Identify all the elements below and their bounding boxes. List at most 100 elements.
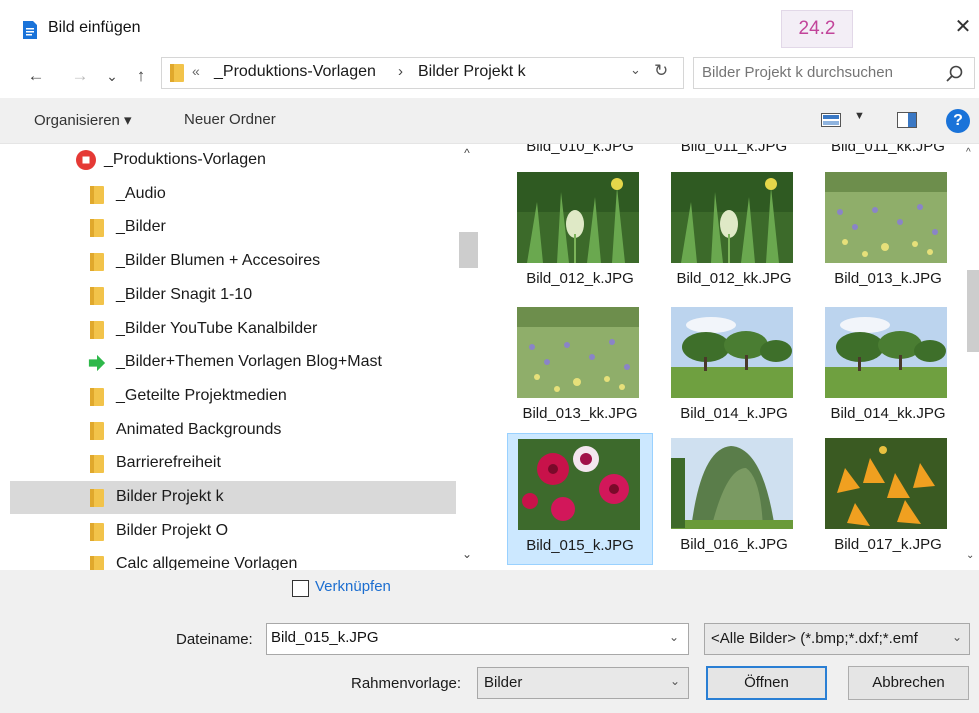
frame-style-value: Bilder (484, 674, 523, 691)
new-folder-button[interactable]: Neuer Ordner (184, 111, 276, 128)
close-button[interactable]: ✕ (950, 14, 976, 40)
photo-preview-image (671, 172, 793, 263)
tree-item-label: Barrierefreiheit (116, 454, 221, 472)
frame-style-select[interactable]: Bilder ⌄ (477, 667, 689, 699)
file-name-label[interactable]: Bild_011_kk.JPG (815, 144, 961, 155)
search-input[interactable] (702, 64, 932, 81)
tree-item[interactable]: Barrierefreiheit (10, 447, 456, 480)
photo-preview-image (825, 307, 947, 398)
folder-icon (170, 64, 184, 82)
tree-item[interactable]: Bilder Projekt k (10, 481, 456, 514)
tree-item[interactable]: _Bilder Blumen + Accesoires (10, 245, 456, 278)
organize-button[interactable]: Organisieren ▾ (34, 111, 132, 129)
file-thumbnail[interactable]: Bild_017_k.JPG (815, 433, 961, 565)
tree-item[interactable]: _Produktions-Vorlagen (10, 144, 456, 177)
back-button[interactable]: ← (24, 64, 48, 88)
tree-item[interactable]: _Bilder Snagit 1-10 (10, 279, 456, 312)
files-scroll-down-icon[interactable]: ⌄ (966, 550, 974, 561)
file-thumbnail[interactable]: Bild_012_k.JPG (507, 167, 653, 299)
tree-item[interactable]: _Bilder+Themen Vorlagen Blog+Mast (10, 346, 456, 379)
file-thumbnail[interactable]: Bild_015_k.JPG (507, 433, 653, 565)
tree-item[interactable]: _Audio (10, 178, 456, 211)
tree-scroll-up-icon[interactable]: ^ (459, 146, 475, 160)
tree-item-label: _Bilder Snagit 1-10 (116, 285, 253, 303)
folder-icon (90, 286, 104, 305)
link-checkbox-label[interactable]: Verknüpfen (315, 578, 391, 595)
red-stop-icon (76, 150, 96, 170)
view-dropdown-icon[interactable]: ▼ (854, 110, 865, 122)
open-button[interactable]: Öffnen (706, 666, 827, 700)
breadcrumb-overflow-icon[interactable]: « (192, 63, 200, 79)
folder-icon (90, 387, 104, 406)
file-name-label: Bild_014_k.JPG (680, 405, 788, 422)
breadcrumb-separator-icon[interactable]: › (398, 63, 403, 80)
files-scrollbar[interactable] (964, 144, 979, 570)
photo-preview-image (517, 172, 639, 263)
tree-scroll-down-icon[interactable]: ⌄ (459, 547, 475, 561)
filename-input[interactable] (271, 629, 651, 646)
tree-item[interactable]: _Geteilte Projektmedien (10, 380, 456, 413)
help-icon[interactable]: ? (946, 109, 970, 133)
green-arrow-icon (88, 355, 106, 372)
file-type-value: <Alle Bilder> (*.bmp;*.dxf;*.emf (711, 630, 918, 647)
file-thumbnail[interactable]: Bild_013_kk.JPG (507, 302, 653, 434)
search-icon[interactable] (944, 63, 966, 85)
file-thumbnail[interactable]: Bild_016_k.JPG (661, 433, 807, 565)
photo-preview-image (825, 438, 947, 529)
tree-scrollbar-thumb[interactable] (459, 232, 478, 268)
folder-tree: _Produktions-Vorlagen _Audio _Bilder _Bilde… (0, 144, 478, 570)
photo-preview-image (517, 307, 639, 398)
file-thumbnail[interactable]: Bild_014_k.JPG (661, 302, 807, 434)
tree-item[interactable]: _Bilder YouTube Kanalbilder (10, 313, 456, 346)
document-icon (23, 21, 37, 39)
folder-icon (90, 185, 104, 204)
files-scroll-up-icon[interactable]: ^ (966, 147, 971, 158)
tree-item-label: _Bilder (116, 218, 166, 236)
folder-icon (90, 320, 104, 339)
file-type-select[interactable]: <Alle Bilder> (*.bmp;*.dxf;*.emf ⌄ (704, 623, 970, 655)
files-scrollbar-thumb[interactable] (967, 270, 979, 352)
file-name-label: Bild_016_k.JPG (680, 536, 788, 553)
folder-icon (90, 421, 104, 440)
file-thumbnail[interactable]: Bild_014_kk.JPG (815, 302, 961, 434)
frame-style-label: Rahmenvorlage: (351, 675, 462, 692)
tree-item[interactable]: Animated Backgrounds (10, 414, 456, 447)
file-name-label[interactable]: Bild_010_k.JPG (507, 144, 653, 155)
link-checkbox[interactable] (292, 580, 309, 597)
folder-icon (90, 489, 104, 507)
frame-style-dropdown-icon[interactable]: ⌄ (670, 674, 680, 688)
breadcrumb-produktions-vorlagen[interactable]: _Produktions-Vorlagen (214, 63, 376, 81)
tree-item[interactable]: Calc allgemeine Vorlagen (10, 548, 456, 570)
recent-locations-button[interactable]: ⌄ (103, 64, 121, 88)
file-name-label: Bild_012_k.JPG (526, 270, 634, 287)
tree-item-label: _Audio (116, 184, 166, 202)
tree-item-label: Animated Backgrounds (116, 420, 282, 438)
preview-pane-icon[interactable] (897, 112, 917, 128)
photo-preview-image (825, 172, 947, 263)
folder-icon (90, 455, 104, 474)
filename-dropdown-icon[interactable]: ⌄ (669, 630, 679, 644)
file-name-label[interactable]: Bild_011_k.JPG (661, 144, 807, 155)
cancel-button[interactable]: Abbrechen (848, 666, 969, 700)
address-bar[interactable]: « _Produktions-Vorlagen › Bilder Projekt… (161, 57, 684, 89)
search-box[interactable] (693, 57, 975, 89)
photo-preview-image (671, 307, 793, 398)
file-type-dropdown-icon[interactable]: ⌄ (952, 630, 962, 644)
up-button[interactable]: ↑ (130, 64, 152, 88)
file-name-label: Bild_013_k.JPG (834, 270, 942, 287)
tree-item[interactable]: Bilder Projekt O (10, 515, 456, 548)
address-dropdown-icon[interactable]: ⌄ (630, 62, 641, 78)
tree-item-label: _Bilder+Themen Vorlagen Blog+Mast (116, 353, 382, 371)
forward-button[interactable]: → (68, 64, 92, 88)
file-thumbnail[interactable]: Bild_012_kk.JPG (661, 167, 807, 299)
file-thumbnail[interactable]: Bild_013_k.JPG (815, 167, 961, 299)
folder-icon (90, 556, 104, 570)
tree-scrollbar[interactable] (456, 144, 478, 570)
breadcrumb-bilder-projekt-k[interactable]: Bilder Projekt k (418, 63, 526, 81)
view-options-icon[interactable] (821, 113, 841, 127)
tree-item[interactable]: _Bilder (10, 211, 456, 244)
refresh-icon[interactable]: ↻ (654, 61, 668, 81)
tree-item-label: _Bilder Blumen + Accesoires (116, 252, 321, 270)
filename-combobox[interactable]: ⌄ (266, 623, 689, 655)
photo-preview-image (671, 438, 793, 529)
